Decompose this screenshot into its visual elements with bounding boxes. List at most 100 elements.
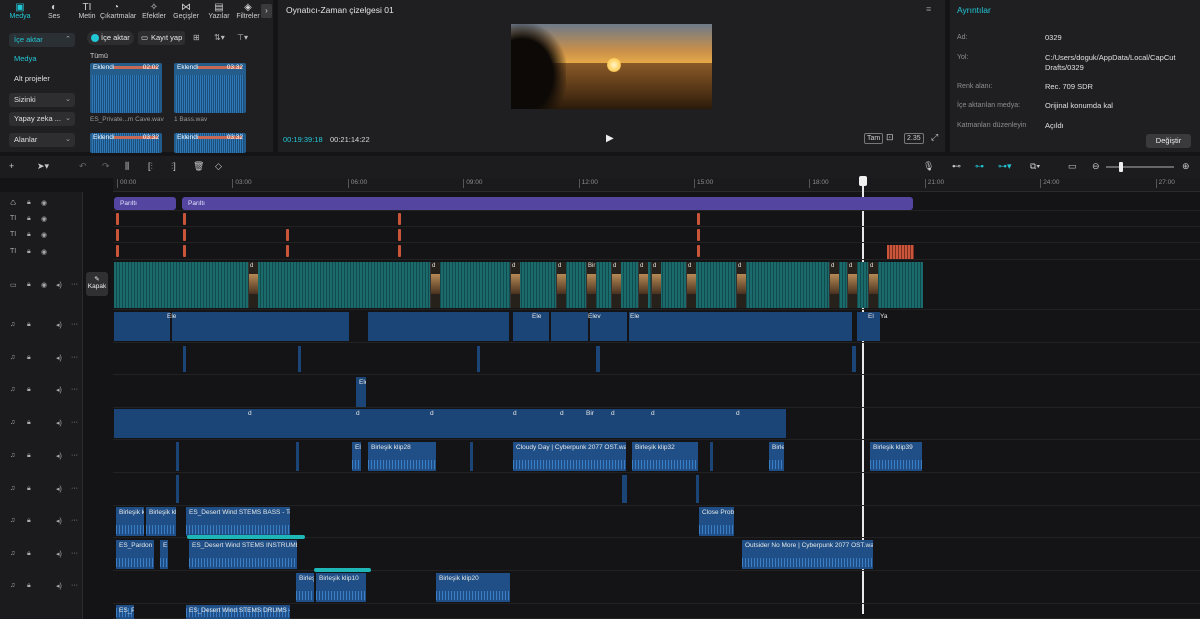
- filter-icon[interactable]: ⊤▾: [237, 33, 248, 42]
- audio-clip[interactable]: [172, 312, 349, 341]
- video-preview[interactable]: [511, 24, 712, 109]
- record-button[interactable]: ▭ Kayıt yap: [138, 31, 185, 45]
- more-icon[interactable]: ···: [71, 550, 78, 557]
- time-ruler[interactable]: [113, 178, 1200, 192]
- sidebar-ai[interactable]: Yapay zeka ... ⌄: [9, 112, 75, 126]
- sidebar-yours[interactable]: Sizinki ⌄: [9, 93, 75, 107]
- lock-icon[interactable]: 🔒︎: [27, 452, 31, 460]
- more-icon[interactable]: ···: [71, 517, 78, 524]
- more-icon[interactable]: ···: [71, 452, 78, 459]
- lock-icon[interactable]: 🔒︎: [27, 485, 31, 493]
- playhead-handle[interactable]: [859, 176, 867, 186]
- effect-clip[interactable]: Parıltı: [182, 197, 913, 210]
- audio-clip[interactable]: [852, 346, 856, 372]
- grid-view-icon[interactable]: ⊞: [193, 33, 200, 42]
- speaker-icon[interactable]: ◂): [56, 321, 62, 329]
- audio-clip[interactable]: [176, 442, 179, 471]
- trim-right-icon[interactable]: ⫶]: [171, 161, 176, 172]
- tab-sticker[interactable]: ◔ Çıkartmalar: [100, 2, 136, 22]
- video-thumbnail-clip[interactable]: Bir: [586, 262, 596, 308]
- text-clip[interactable]: [398, 245, 401, 257]
- audio-clip[interactable]: ES_Desert Wind STEMS DRUMS - Te: [186, 605, 290, 619]
- lock-icon[interactable]: 🔒︎: [27, 281, 31, 289]
- audio-clip[interactable]: [114, 312, 170, 341]
- audio-clip[interactable]: ES_Desert Wind STEMS BASS - Te: [186, 507, 290, 536]
- trim-left-icon[interactable]: [⫶: [148, 161, 153, 172]
- text-clip[interactable]: [116, 229, 119, 241]
- audio-clip[interactable]: Birleşik: [296, 573, 314, 602]
- audio-clip[interactable]: Birleşik klip: [146, 507, 176, 536]
- lock-icon[interactable]: 🔒︎: [27, 321, 31, 329]
- import-button[interactable]: İçe aktar: [87, 31, 134, 45]
- video-thumbnail-clip[interactable]: d: [736, 262, 746, 308]
- tab-media[interactable]: ▣ Medya: [4, 2, 36, 22]
- menu-icon[interactable]: ≡: [926, 4, 931, 14]
- audio-clip[interactable]: [470, 442, 473, 471]
- delete-icon[interactable]: 🗑: [193, 161, 204, 172]
- more-icon[interactable]: ···: [71, 485, 78, 492]
- more-icon[interactable]: ···: [71, 419, 78, 426]
- text-clip[interactable]: [697, 213, 700, 225]
- change-button[interactable]: Değiştir: [1146, 134, 1191, 148]
- media-thumbnail[interactable]: Eklendi 03:32: [174, 63, 246, 113]
- cover-button[interactable]: ✎ Kapak: [86, 272, 108, 296]
- audio-clip[interactable]: Birleşik klip28: [368, 442, 436, 471]
- audio-clip[interactable]: [551, 312, 588, 341]
- shield-icon[interactable]: ◇: [215, 161, 222, 172]
- preview-axis-icon[interactable]: ⊶▾: [998, 161, 1012, 172]
- fullscreen-icon[interactable]: ⤢: [931, 132, 938, 143]
- text-clip[interactable]: [286, 229, 289, 241]
- more-icon[interactable]: ···: [71, 386, 78, 393]
- lock-icon[interactable]: 🔒︎: [27, 231, 31, 239]
- text-clip[interactable]: [286, 245, 289, 257]
- text-clip[interactable]: [116, 213, 119, 225]
- video-thumbnail-clip[interactable]: d: [829, 262, 839, 308]
- link-icon[interactable]: ⊷: [952, 161, 961, 172]
- audio-clip[interactable]: Birleşik klip20: [436, 573, 510, 602]
- audio-clip[interactable]: ES_Pardon M: [116, 540, 154, 569]
- speaker-icon[interactable]: ◂): [56, 386, 62, 394]
- text-clip[interactable]: [183, 245, 186, 257]
- media-thumbnail[interactable]: Eklendi 03:32: [174, 133, 246, 153]
- speaker-icon[interactable]: ◂): [56, 281, 62, 289]
- video-thumbnail-clip[interactable]: d: [556, 262, 566, 308]
- audio-clip[interactable]: [368, 312, 509, 341]
- audio-clip[interactable]: [629, 312, 852, 341]
- audio-clip[interactable]: [298, 346, 301, 372]
- audio-clip[interactable]: Birleşik klip10: [316, 573, 366, 602]
- audio-clip[interactable]: Birleşik klip32: [632, 442, 698, 471]
- speaker-icon[interactable]: ◂): [56, 354, 62, 362]
- text-clip[interactable]: [183, 213, 186, 225]
- more-icon[interactable]: ···: [71, 354, 78, 361]
- sidebar-subprojects[interactable]: Alt projeler: [9, 72, 75, 86]
- tab-text[interactable]: TI Metin: [71, 2, 103, 22]
- audio-clip[interactable]: E: [160, 540, 168, 569]
- sidebar-import[interactable]: İçe aktar ⌃: [9, 33, 75, 47]
- tab-filters[interactable]: ◈ Filtreler: [232, 2, 264, 22]
- redo-icon[interactable]: ↷: [102, 161, 110, 172]
- audio-clip[interactable]: [114, 409, 786, 438]
- audio-clip[interactable]: Ele: [352, 442, 361, 471]
- video-thumbnail-clip[interactable]: d: [686, 262, 696, 308]
- tab-effects[interactable]: ✧ Efektler: [138, 2, 170, 22]
- screen-icon[interactable]: ▭: [1068, 161, 1077, 172]
- tab-captions[interactable]: ▤ Yazılar: [203, 2, 235, 22]
- video-thumbnail-clip[interactable]: d: [430, 262, 440, 308]
- eye-icon[interactable]: ◉: [41, 231, 47, 239]
- video-thumbnail-clip[interactable]: d: [611, 262, 621, 308]
- lock-icon[interactable]: 🔒︎: [27, 215, 31, 223]
- video-thumbnail-clip[interactable]: d: [510, 262, 520, 308]
- text-clip[interactable]: [398, 213, 401, 225]
- magnet-icon[interactable]: ⊶: [975, 161, 984, 172]
- more-icon[interactable]: ···: [71, 281, 78, 288]
- audio-clip[interactable]: ES_Desert Wind STEMS INSTRUMEN: [189, 540, 297, 569]
- audio-clip[interactable]: Ele: [356, 377, 366, 407]
- video-thumbnail-clip[interactable]: d: [847, 262, 857, 308]
- lock-icon[interactable]: 🔒︎: [27, 386, 31, 394]
- audio-clip[interactable]: ES_Pa: [116, 605, 134, 619]
- audio-clip[interactable]: Birleşik kl: [116, 507, 144, 536]
- lock-icon[interactable]: 🔒︎: [27, 354, 31, 362]
- zoom-slider-knob[interactable]: [1119, 162, 1123, 172]
- microphone-icon[interactable]: 🎙: [923, 161, 934, 172]
- lock-icon[interactable]: 🔒︎: [27, 550, 31, 558]
